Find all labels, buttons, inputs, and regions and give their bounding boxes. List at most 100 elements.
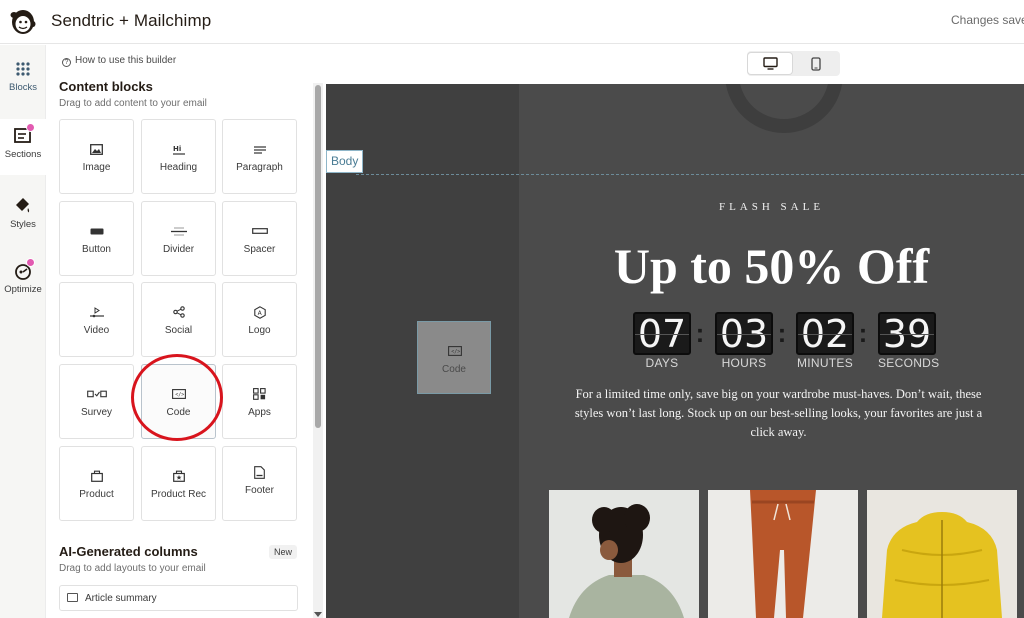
countdown-value: 07 [633,312,691,355]
block-tile-button[interactable]: Button [59,201,134,276]
block-tile-divider[interactable]: Divider [141,201,216,276]
device-preview-toggle [747,51,840,76]
countdown-unit: DAYS [645,356,679,370]
save-status: Changes save [951,13,1024,27]
tile-label: Apps [248,407,271,418]
block-tile-survey[interactable]: Survey [59,364,134,439]
drag-ghost-label: Code [442,364,466,375]
drag-ghost-code-block[interactable]: </> Code [417,321,491,394]
body-boundary-line [356,174,1024,175]
product-photo-joggers[interactable] [708,490,858,618]
help-link[interactable]: ? How to use this builder [62,55,176,67]
tile-label: Logo [248,325,271,336]
help-link-label: How to use this builder [75,55,177,66]
countdown-hours: 03 HOURS [715,312,773,370]
countdown-timer[interactable]: 07 DAYS : 03 HOURS : 02 MINUTES : 39 SEC… [633,312,943,372]
product-photo-sweatshirt[interactable] [549,490,699,618]
body-section-label[interactable]: Body [326,150,364,173]
app-title: Sendtric + Mailchimp [51,11,212,30]
mobile-icon [811,56,821,71]
tile-label: Product [79,489,114,500]
rail-label-styles: Styles [10,219,36,230]
rail-label-sections: Sections [4,149,42,160]
divider-icon [170,227,187,235]
countdown-value: 39 [878,312,936,355]
block-tile-product-rec[interactable]: Product Rec [141,446,216,521]
tile-label: Spacer [243,244,276,255]
block-tile-heading[interactable]: Hi Heading [141,119,216,194]
svg-text:A: A [257,310,262,317]
rail-label-blocks: Blocks [9,82,37,93]
rail-item-sections[interactable]: Sections [0,119,46,175]
block-tile-footer[interactable]: Footer [222,446,297,521]
bag-star-icon [172,470,185,482]
help-icon: ? [62,58,71,67]
survey-icon [86,390,107,398]
desktop-preview-button[interactable] [748,53,792,74]
mailchimp-logo-icon[interactable] [8,5,38,37]
tile-label: Paragraph [236,162,283,173]
email-body[interactable]: FLASH SALE Up to 50% Off 07 DAYS : 03 HO… [519,84,1024,618]
rust-joggers-image [708,490,858,618]
email-promo-text[interactable]: For a limited time only, save big on you… [566,385,991,442]
optimize-icon [13,258,35,281]
svg-text:</>: </> [175,392,184,398]
block-tile-product[interactable]: Product [59,446,134,521]
layout-item-label: Article summary [85,593,157,604]
left-rail: Blocks Sections Styles Optimize [0,45,46,618]
colon-separator: : [858,318,868,348]
block-tile-paragraph[interactable]: Paragraph [222,119,297,194]
tile-label: Video [83,325,110,336]
mobile-preview-button[interactable] [794,53,838,74]
content-blocks-subtitle: Drag to add content to your email [59,98,207,109]
footer-icon [254,465,265,479]
block-tile-video[interactable]: Video [59,282,134,357]
yellow-puffer-jacket-image [867,490,1017,618]
tile-label: Footer [245,485,274,496]
paint-bucket-icon [16,198,30,213]
countdown-days: 07 DAYS [633,312,691,370]
layout-item-article-summary[interactable]: Article summary [59,585,298,611]
tile-label: Code [166,407,191,418]
rail-item-blocks[interactable]: Blocks [0,59,46,93]
logo-icon: A [253,305,266,319]
countdown-value: 02 [796,312,854,355]
block-tile-social[interactable]: Social [141,282,216,357]
tile-label: Product Rec [150,489,207,500]
tile-label: Heading [159,162,198,173]
countdown-unit: MINUTES [796,356,854,370]
ai-columns-title: AI-Generated columns [59,544,198,559]
heading-icon: Hi [172,145,185,155]
block-tile-apps[interactable]: Apps [222,364,297,439]
tile-label: Divider [162,244,195,255]
person-in-sweatshirt-image [549,490,699,618]
bag-icon [90,470,103,482]
new-badge: New [269,545,298,559]
content-blocks-title: Content blocks [59,79,153,94]
rail-item-optimize[interactable]: Optimize [0,258,46,295]
paragraph-icon [253,145,266,154]
tile-label: Survey [80,407,113,418]
svg-text:</>: </> [451,349,460,355]
email-eyebrow[interactable]: FLASH SALE [519,201,1024,213]
block-tile-spacer[interactable]: Spacer [222,201,297,276]
svg-text:Hi: Hi [173,145,181,153]
code-icon: </> [448,346,462,356]
sections-icon [13,123,35,146]
tile-label: Image [82,162,111,173]
button-icon [90,228,103,234]
scrollbar-thumb[interactable] [315,85,321,428]
scroll-down-arrow-icon[interactable] [314,612,322,617]
email-headline[interactable]: Up to 50% Off [519,237,1024,295]
block-tile-logo[interactable]: A Logo [222,282,297,357]
panel-scrollbar[interactable] [313,83,323,618]
rail-item-styles[interactable]: Styles [0,196,46,230]
spacer-icon [251,228,268,234]
notification-dot [26,258,35,267]
block-tile-image[interactable]: Image [59,119,134,194]
product-photo-jacket[interactable] [867,490,1017,618]
desktop-icon [762,57,778,70]
rail-label-optimize: Optimize [4,284,42,295]
block-tile-code[interactable]: </> Code [141,364,216,439]
code-icon: </> [171,389,186,399]
